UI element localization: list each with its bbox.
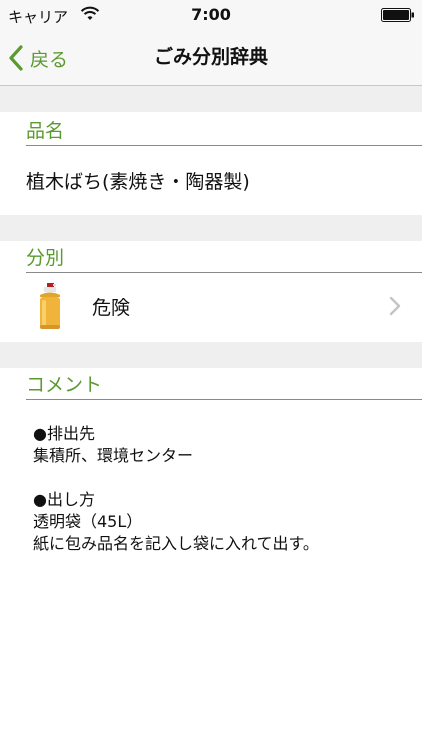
comment-line: 集積所、環境センター <box>33 446 194 465</box>
chevron-right-icon <box>389 296 401 316</box>
comment-line: 紙に包み品名を記入し袋に入れて出す。 <box>33 534 319 553</box>
section-gap <box>0 215 422 241</box>
clock: 7:00 <box>191 5 231 24</box>
section-gap <box>0 342 422 368</box>
comment-line: 透明袋（45L） <box>33 512 143 531</box>
category-label: 危険 <box>92 297 131 319</box>
status-bar: キャリア 7:00 <box>0 0 422 30</box>
name-section-header: 品名 <box>26 116 422 146</box>
category-row[interactable]: 危険 <box>0 273 422 339</box>
page-title: ごみ分別辞典 <box>153 46 268 68</box>
battery-icon <box>381 8 414 22</box>
section-gap <box>0 86 422 112</box>
comment-line: ●出し方 <box>33 490 95 509</box>
comment-line: ●排出先 <box>33 424 95 443</box>
comment-section-header: コメント <box>26 370 422 400</box>
navigation-bar: 戻る ごみ分別辞典 <box>0 30 422 86</box>
spray-can-icon <box>40 283 60 329</box>
item-name: 植木ばち(素焼き・陶器製) <box>26 171 250 193</box>
category-section-header: 分別 <box>26 243 422 273</box>
